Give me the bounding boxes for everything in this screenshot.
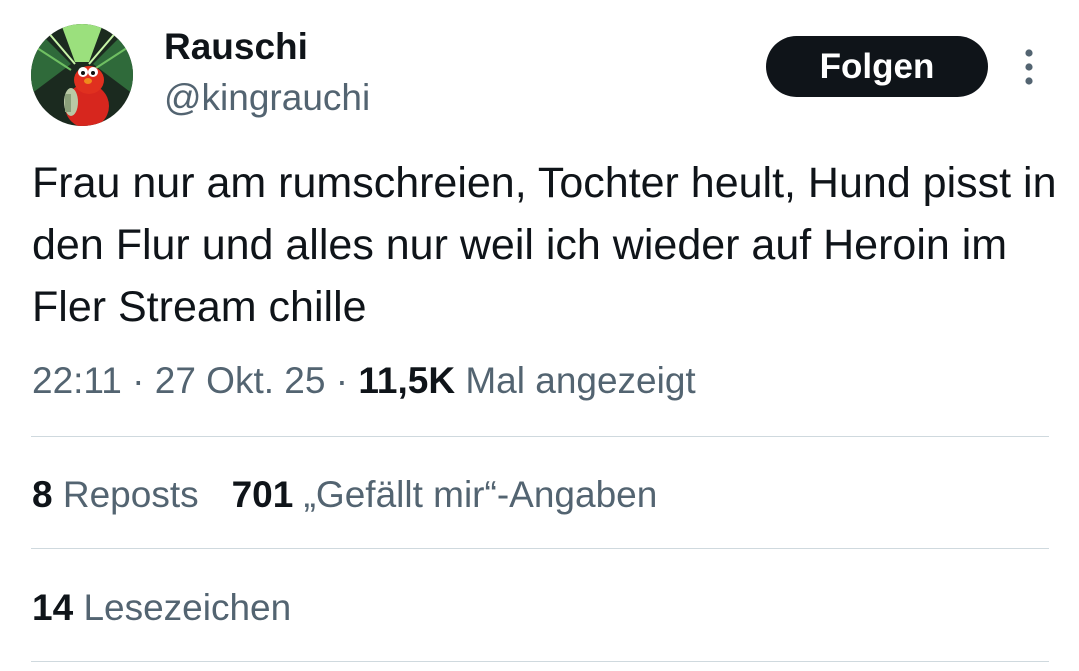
- views-count: 11,5K: [358, 360, 456, 401]
- reposts-stat[interactable]: 8 Reposts: [32, 474, 199, 515]
- tweet-meta: 22:11 · 27 Okt. 25 · 11,5K Mal angezeigt: [32, 356, 696, 406]
- views-label: Mal angezeigt: [465, 360, 696, 401]
- bookmarks-count: 14: [32, 587, 74, 628]
- display-name[interactable]: Rauschi: [164, 25, 308, 69]
- reposts-count: 8: [32, 474, 53, 515]
- meta-separator: ·: [335, 360, 349, 401]
- likes-label: „Gefällt mir“-Angaben: [303, 474, 658, 515]
- tweet-time[interactable]: 22:11: [32, 360, 122, 401]
- follow-button[interactable]: Folgen: [766, 36, 988, 97]
- divider: [31, 661, 1049, 662]
- elmo-avatar-icon: [31, 24, 133, 126]
- more-dots-vertical-icon[interactable]: [1016, 48, 1042, 86]
- divider: [31, 548, 1049, 549]
- tweet-date[interactable]: 27 Okt. 25: [155, 360, 326, 401]
- user-handle[interactable]: @kingrauchi: [164, 76, 370, 120]
- reposts-label: Reposts: [62, 474, 199, 515]
- likes-stat[interactable]: 701 „Gefällt mir“-Angaben: [232, 474, 658, 515]
- divider: [31, 436, 1049, 437]
- engagement-stats: 8 Reposts 701 „Gefällt mir“-Angaben: [32, 470, 657, 520]
- avatar[interactable]: [31, 24, 133, 126]
- bookmarks-stat[interactable]: 14 Lesezeichen: [32, 583, 291, 633]
- tweet-text: Frau nur am rumschreien, Tochter heult, …: [32, 159, 1057, 331]
- meta-separator: ·: [132, 360, 145, 401]
- likes-count: 701: [231, 474, 294, 515]
- bookmarks-label: Lesezeichen: [83, 587, 292, 628]
